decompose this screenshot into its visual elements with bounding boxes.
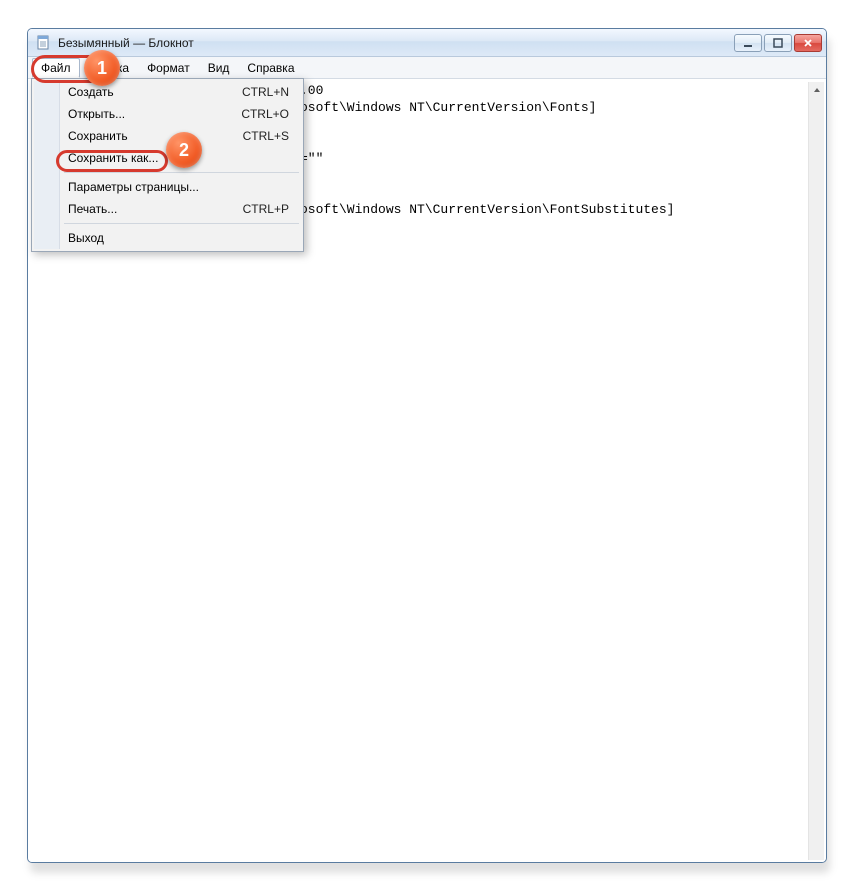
annotation-badge-1: 1 <box>84 50 120 86</box>
vertical-scrollbar[interactable] <box>808 82 824 860</box>
menu-item-label: Печать... <box>68 202 117 216</box>
menu-separator <box>64 172 299 173</box>
menubar: Файл Правка Формат Вид Справка <box>28 57 826 79</box>
menu-item-label: Параметры страницы... <box>68 180 199 194</box>
menu-item-label: Выход <box>68 231 104 245</box>
menu-item-page-setup[interactable]: Параметры страницы... <box>34 176 301 198</box>
menu-item-open[interactable]: Открыть... CTRL+O <box>34 103 301 125</box>
notepad-icon <box>36 35 52 51</box>
maximize-button[interactable] <box>764 34 792 52</box>
minimize-button[interactable] <box>734 34 762 52</box>
menu-item-new[interactable]: Создать CTRL+N <box>34 81 301 103</box>
menu-view[interactable]: Вид <box>199 58 239 78</box>
titlebar[interactable]: Безымянный — Блокнот <box>28 29 826 57</box>
annotation-highlight-saveas <box>56 150 168 172</box>
menu-item-label: Создать <box>68 85 114 99</box>
menu-format[interactable]: Формат <box>138 58 199 78</box>
menu-help[interactable]: Справка <box>238 58 303 78</box>
menu-item-shortcut: CTRL+O <box>241 107 289 121</box>
menu-separator <box>64 223 299 224</box>
menu-item-shortcut: CTRL+P <box>243 202 289 216</box>
menu-item-print[interactable]: Печать... CTRL+P <box>34 198 301 220</box>
menu-item-label: Сохранить <box>68 129 128 143</box>
menu-item-label: Открыть... <box>68 107 125 121</box>
window-title: Безымянный — Блокнот <box>58 36 734 50</box>
menu-item-shortcut: CTRL+N <box>242 85 289 99</box>
annotation-badge-2: 2 <box>166 132 202 168</box>
scroll-up-icon[interactable] <box>809 82 824 98</box>
close-button[interactable] <box>794 34 822 52</box>
menu-item-shortcut: CTRL+S <box>243 129 289 143</box>
menu-item-exit[interactable]: Выход <box>34 227 301 249</box>
window-controls <box>734 34 822 52</box>
